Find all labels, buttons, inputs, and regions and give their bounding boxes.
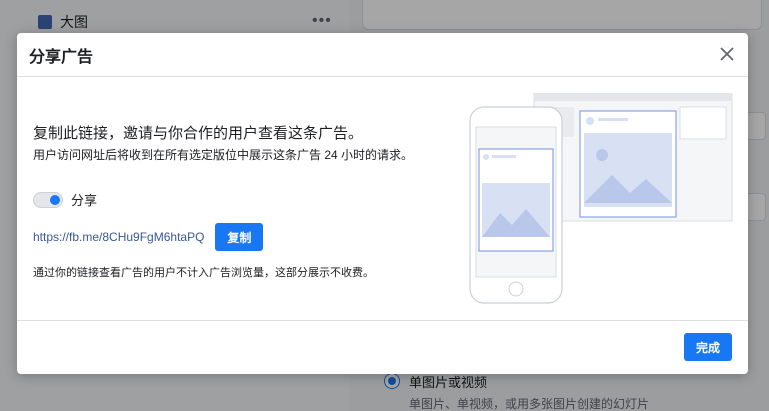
desktop-avatar [586, 117, 594, 125]
toggle-switch-icon [50, 194, 60, 205]
copy-button[interactable]: 复制 [215, 223, 264, 251]
share-link-row: https://fb.me/8CHu9FgM6htaPQ 复制 [33, 223, 264, 251]
ad-preview-illustration [469, 93, 733, 304]
desktop-text-line [598, 118, 628, 121]
share-toggle-label: 分享 [71, 193, 98, 208]
share-toggle-row: 分享 [33, 190, 97, 209]
dialog-footer: 完成 [17, 321, 748, 373]
share-toggle[interactable] [33, 191, 63, 208]
billing-note: 通过你的链接查看广告的用户不计入广告浏览量，这部分展示不收费。 [33, 267, 374, 279]
close-button[interactable] [716, 43, 738, 65]
dialog-header: 分享广告 [17, 33, 748, 77]
phone-text-line [492, 155, 516, 158]
dialog-body: 复制此链接，邀请与你合作的用户查看这条广告。 用户访问网址后将收到在所有选定版位… [17, 77, 748, 321]
share-link[interactable]: https://fb.me/8CHu9FgM6htaPQ [33, 230, 204, 244]
desktop-right-card [679, 106, 727, 140]
done-button[interactable]: 完成 [684, 333, 732, 361]
dialog-title: 分享广告 [29, 48, 94, 66]
close-icon [720, 47, 734, 61]
phone-avatar [483, 154, 489, 160]
dialog-heading: 复制此链接，邀请与你合作的用户查看这条广告。 [33, 125, 364, 142]
desktop-topbar [534, 93, 732, 101]
dialog-description: 用户访问网址后将收到在所有选定版位中展示这条广告 24 小时的请求。 [33, 148, 414, 162]
phone-home-button [508, 281, 524, 297]
desktop-sun [596, 149, 608, 161]
share-ad-dialog: 分享广告 复制此链接，邀请与你合作的用户查看这条广告。 用户访问网址后将收到在所… [17, 33, 748, 374]
